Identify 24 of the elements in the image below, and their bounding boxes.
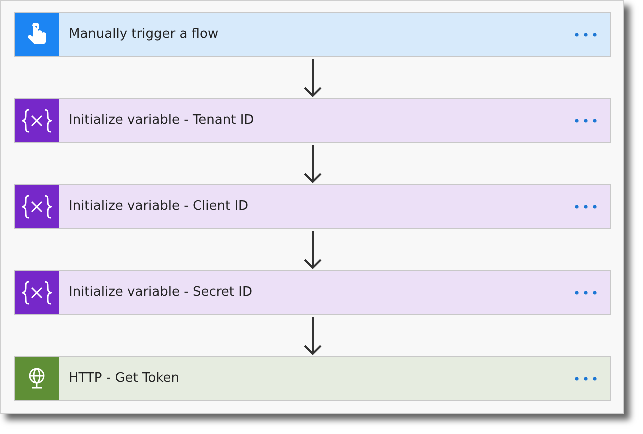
step-title: Manually trigger a flow [69, 27, 220, 42]
more-icon[interactable] [574, 204, 598, 210]
more-icon[interactable] [574, 376, 598, 382]
more-icon[interactable] [574, 290, 598, 296]
more-icon[interactable] [574, 32, 598, 38]
more-icon[interactable] [574, 118, 598, 124]
step-title: Initialize variable - Secret ID [69, 285, 254, 300]
arrow-connector [304, 58, 322, 98]
flow-step-card[interactable]: Initialize variable - Tenant ID [14, 98, 611, 143]
step-title: HTTP - Get Token [69, 371, 181, 386]
arrow-connector [304, 230, 322, 270]
globe-icon [27, 368, 47, 390]
arrow-connector [304, 316, 322, 356]
arrow-connector [304, 144, 322, 184]
step-title: Initialize variable - Client ID [69, 199, 250, 214]
hand-pointer-icon [27, 22, 47, 46]
variable-icon [22, 108, 52, 134]
variable-icon [22, 280, 52, 306]
variable-icon [22, 194, 52, 220]
flow-step-card[interactable]: Initialize variable - Secret ID [14, 270, 611, 315]
flow-step-card[interactable]: Manually trigger a flow [14, 12, 611, 57]
flow-step-card[interactable]: HTTP - Get Token [14, 356, 611, 401]
flow-step-card[interactable]: Initialize variable - Client ID [14, 184, 611, 229]
step-title: Initialize variable - Tenant ID [69, 113, 256, 128]
